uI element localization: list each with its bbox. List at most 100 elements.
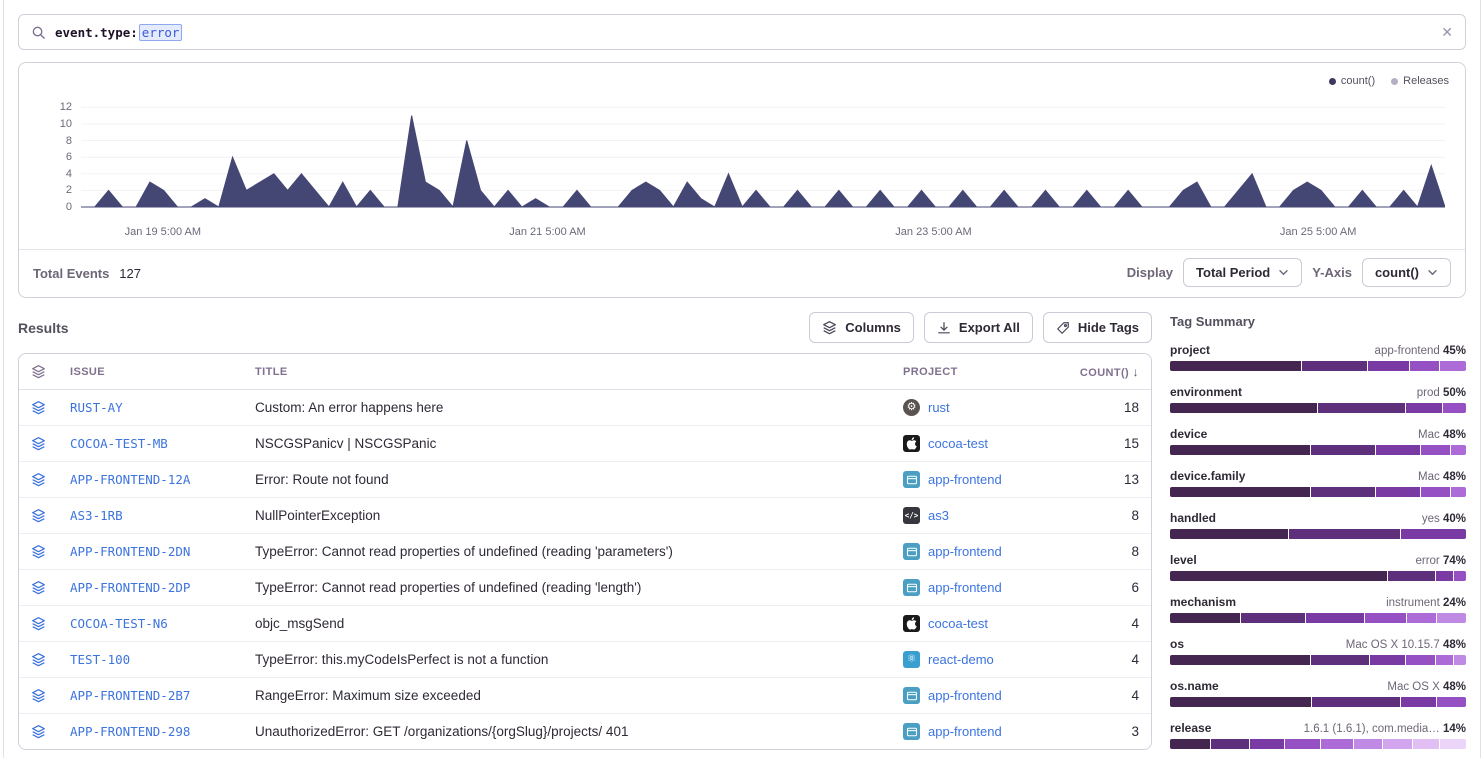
tag-bar-segment[interactable] bbox=[1170, 487, 1310, 497]
legend-item[interactable]: count() bbox=[1329, 75, 1375, 87]
tag-bar-segment[interactable] bbox=[1365, 613, 1406, 623]
tag-bar-segment[interactable] bbox=[1401, 697, 1436, 707]
tag-bar-segment[interactable] bbox=[1289, 529, 1401, 539]
tag-bar-segment[interactable] bbox=[1401, 529, 1466, 539]
tag-bar-segment[interactable] bbox=[1311, 487, 1375, 497]
issue-link[interactable]: AS3-1RB bbox=[70, 508, 123, 523]
issue-link[interactable]: APP-FRONTEND-2DN bbox=[70, 544, 190, 559]
search-bar[interactable]: event.type:error ✕ bbox=[18, 14, 1466, 50]
tag-distribution-bar[interactable] bbox=[1170, 655, 1466, 665]
tag-bar-segment[interactable] bbox=[1383, 739, 1412, 749]
tag-bar-segment[interactable] bbox=[1440, 361, 1466, 371]
tag-bar-segment[interactable] bbox=[1170, 529, 1288, 539]
issue-link[interactable]: APP-FRONTEND-2B7 bbox=[70, 688, 190, 703]
project-link[interactable]: rust bbox=[928, 400, 950, 415]
issue-link[interactable]: TEST-100 bbox=[70, 652, 130, 667]
tag-bar-segment[interactable] bbox=[1311, 445, 1375, 455]
tag-bar-segment[interactable] bbox=[1436, 655, 1453, 665]
issue-link[interactable]: RUST-AY bbox=[70, 400, 123, 415]
issue-link[interactable]: COCOA-TEST-MB bbox=[70, 436, 168, 451]
project-link[interactable]: app-frontend bbox=[928, 472, 1002, 487]
tag-bar-segment[interactable] bbox=[1302, 361, 1366, 371]
tag-bar-segment[interactable] bbox=[1241, 613, 1305, 623]
tag-bar-segment[interactable] bbox=[1170, 361, 1301, 371]
project-link[interactable]: react-demo bbox=[928, 652, 994, 667]
project-link[interactable]: cocoa-test bbox=[928, 616, 988, 631]
tag-bar-segment[interactable] bbox=[1370, 655, 1405, 665]
tag-row: levelerror 74% bbox=[1170, 553, 1466, 581]
issue-link[interactable]: APP-FRONTEND-298 bbox=[70, 724, 190, 739]
tag-bar-segment[interactable] bbox=[1451, 445, 1466, 455]
tag-distribution-bar[interactable] bbox=[1170, 529, 1466, 539]
tag-distribution-bar[interactable] bbox=[1170, 361, 1466, 371]
tag-bar-segment[interactable] bbox=[1170, 571, 1387, 581]
tag-bar-segment[interactable] bbox=[1285, 739, 1320, 749]
tag-bar-segment[interactable] bbox=[1354, 739, 1383, 749]
issue-link[interactable]: APP-FRONTEND-2DP bbox=[70, 580, 190, 595]
display-dropdown[interactable]: Total Period bbox=[1183, 258, 1302, 287]
tag-bar-segment[interactable] bbox=[1388, 571, 1435, 581]
tag-bar-segment[interactable] bbox=[1321, 739, 1353, 749]
tag-bar-segment[interactable] bbox=[1454, 655, 1466, 665]
tag-distribution-bar[interactable] bbox=[1170, 403, 1466, 413]
tag-bar-segment[interactable] bbox=[1312, 697, 1400, 707]
tag-bar-segment[interactable] bbox=[1421, 445, 1450, 455]
tag-bar-segment[interactable] bbox=[1376, 487, 1420, 497]
column-header-project[interactable]: PROJECT bbox=[891, 354, 1056, 390]
project-link[interactable]: cocoa-test bbox=[928, 436, 988, 451]
tag-bar-segment[interactable] bbox=[1211, 739, 1248, 749]
tag-bar-segment[interactable] bbox=[1170, 655, 1310, 665]
columns-button[interactable]: Columns bbox=[809, 312, 914, 343]
issue-link[interactable]: APP-FRONTEND-12A bbox=[70, 472, 190, 487]
column-header-count[interactable]: COUNT() ↓ bbox=[1056, 354, 1151, 390]
tag-bar-segment[interactable] bbox=[1306, 613, 1364, 623]
tag-bar-segment[interactable] bbox=[1437, 613, 1466, 623]
export-all-button[interactable]: Export All bbox=[924, 312, 1033, 343]
project-link[interactable]: app-frontend bbox=[928, 724, 1002, 739]
tag-distribution-bar[interactable] bbox=[1170, 739, 1466, 749]
tag-distribution-bar[interactable] bbox=[1170, 445, 1466, 455]
column-header-title[interactable]: TITLE bbox=[243, 354, 891, 390]
yaxis-dropdown[interactable]: count() bbox=[1362, 258, 1451, 287]
tag-bar-segment[interactable] bbox=[1368, 361, 1409, 371]
tag-bar-segment[interactable] bbox=[1170, 403, 1317, 413]
tag-bar-segment[interactable] bbox=[1410, 361, 1439, 371]
tag-bar-segment[interactable] bbox=[1376, 445, 1420, 455]
tag-bar-segment[interactable] bbox=[1454, 571, 1466, 581]
tag-bar-segment[interactable] bbox=[1437, 697, 1466, 707]
column-header-issue[interactable]: ISSUE bbox=[58, 354, 243, 390]
tag-bar-segment[interactable] bbox=[1413, 739, 1439, 749]
project-link[interactable]: app-frontend bbox=[928, 580, 1002, 595]
tag-bar-segment[interactable] bbox=[1250, 739, 1285, 749]
tag-bar-segment[interactable] bbox=[1311, 655, 1369, 665]
tag-bar-segment[interactable] bbox=[1451, 487, 1466, 497]
clear-search-icon[interactable]: ✕ bbox=[1441, 24, 1453, 41]
tag-bar-segment[interactable] bbox=[1170, 697, 1311, 707]
tag-bar-segment[interactable] bbox=[1170, 613, 1240, 623]
project-link[interactable]: app-frontend bbox=[928, 688, 1002, 703]
table-row: APP-FRONTEND-2B7RangeError: Maximum size… bbox=[19, 678, 1151, 714]
tag-bar-segment[interactable] bbox=[1406, 655, 1435, 665]
tag-bar-segment[interactable] bbox=[1170, 739, 1210, 749]
tag-distribution-bar[interactable] bbox=[1170, 571, 1466, 581]
tag-bar-segment[interactable] bbox=[1318, 403, 1406, 413]
hide-tags-button[interactable]: Hide Tags bbox=[1043, 312, 1152, 343]
tag-bar-segment[interactable] bbox=[1421, 487, 1450, 497]
issue-title: NSCGSPanicv | NSCGSPanic bbox=[243, 426, 891, 462]
project-link[interactable]: as3 bbox=[928, 508, 949, 523]
tag-bar-segment[interactable] bbox=[1440, 739, 1466, 749]
tag-bar-segment[interactable] bbox=[1443, 403, 1466, 413]
issue-link[interactable]: COCOA-TEST-N6 bbox=[70, 616, 168, 631]
project-link[interactable]: app-frontend bbox=[928, 544, 1002, 559]
tag-distribution-bar[interactable] bbox=[1170, 613, 1466, 623]
tag-bar-segment[interactable] bbox=[1436, 571, 1454, 581]
tag-distribution-bar[interactable] bbox=[1170, 487, 1466, 497]
table-row: COCOA-TEST-N6objc_msgSendcocoa-test4 bbox=[19, 606, 1151, 642]
tag-distribution-bar[interactable] bbox=[1170, 697, 1466, 707]
search-input[interactable]: event.type:error bbox=[55, 24, 182, 40]
tag-bar-segment[interactable] bbox=[1170, 445, 1310, 455]
tag-bar-segment[interactable] bbox=[1407, 613, 1436, 623]
issue-stack-icon bbox=[31, 724, 46, 739]
tag-bar-segment[interactable] bbox=[1406, 403, 1441, 413]
legend-item[interactable]: Releases bbox=[1391, 75, 1449, 87]
